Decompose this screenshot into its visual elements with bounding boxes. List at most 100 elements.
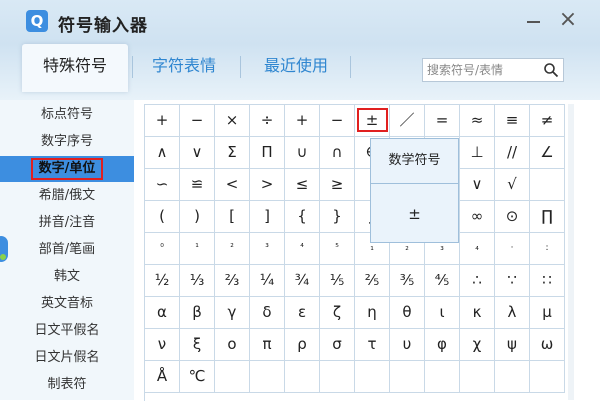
symbol-cell[interactable]: ¼	[250, 265, 285, 297]
symbol-cell[interactable]: ⊙	[495, 201, 530, 233]
symbol-cell[interactable]: ⁵	[320, 233, 355, 265]
symbol-cell[interactable]: μ	[530, 297, 565, 329]
floating-assistant-icon[interactable]	[0, 236, 8, 262]
symbol-cell[interactable]: ∠	[530, 137, 565, 169]
symbol-cell[interactable]: ∨	[460, 169, 495, 201]
symbol-cell[interactable]: υ	[390, 329, 425, 361]
symbol-cell[interactable]: ¾	[285, 265, 320, 297]
symbol-cell[interactable]: δ	[250, 297, 285, 329]
sidebar-item[interactable]: 日文片假名	[0, 345, 134, 371]
symbol-cell[interactable]: [	[215, 201, 250, 233]
symbol-cell[interactable]: ⅓	[180, 265, 215, 297]
symbol-cell[interactable]	[390, 361, 425, 393]
symbol-cell[interactable]: //	[495, 137, 530, 169]
symbol-cell[interactable]: π	[250, 329, 285, 361]
symbol-cell[interactable]	[460, 361, 495, 393]
symbol-cell[interactable]: σ	[320, 329, 355, 361]
symbol-cell[interactable]: ≤	[285, 169, 320, 201]
symbol-cell[interactable]: Σ	[215, 137, 250, 169]
symbol-cell[interactable]: ³	[250, 233, 285, 265]
symbol-cell[interactable]	[250, 361, 285, 393]
symbol-cell[interactable]: ε	[285, 297, 320, 329]
symbol-cell[interactable]: ⁴	[285, 233, 320, 265]
sidebar-item[interactable]: 数字/单位	[0, 156, 134, 182]
minimize-button[interactable]	[524, 12, 544, 32]
symbol-cell[interactable]: ∷	[530, 265, 565, 297]
symbol-cell[interactable]: ÷	[250, 105, 285, 137]
symbol-cell[interactable]: +	[145, 105, 180, 137]
sidebar-item[interactable]: 数字序号	[0, 129, 134, 155]
symbol-cell[interactable]: ζ	[320, 297, 355, 329]
sidebar-item[interactable]: 日文平假名	[0, 318, 134, 344]
symbol-cell[interactable]: ∧	[145, 137, 180, 169]
symbol-cell[interactable]: κ	[460, 297, 495, 329]
symbol-cell[interactable]: χ	[460, 329, 495, 361]
symbol-cell[interactable]: β	[180, 297, 215, 329]
sidebar-item[interactable]: 韩文	[0, 264, 134, 290]
symbol-cell[interactable]: )	[180, 201, 215, 233]
symbol-cell[interactable]: ⅕	[320, 265, 355, 297]
symbol-cell[interactable]: ∩	[320, 137, 355, 169]
symbol-cell[interactable]: ∞	[460, 201, 495, 233]
symbol-cell[interactable]: ξ	[180, 329, 215, 361]
symbol-cell[interactable]: θ	[390, 297, 425, 329]
symbol-cell[interactable]: √	[495, 169, 530, 201]
symbol-cell[interactable]: +	[285, 105, 320, 137]
sidebar-item[interactable]: 制表符	[0, 372, 134, 398]
symbol-cell[interactable]: ∨	[180, 137, 215, 169]
symbol-cell[interactable]: ∽	[145, 169, 180, 201]
scrollbar[interactable]	[568, 104, 574, 400]
symbol-cell[interactable]: Π	[250, 137, 285, 169]
sidebar-item[interactable]: 拼音/注音	[0, 210, 134, 236]
symbol-cell[interactable]: ／	[390, 105, 425, 137]
symbol-cell[interactable]: ℃	[180, 361, 215, 393]
close-button[interactable]: ×	[556, 8, 580, 32]
symbol-cell[interactable]	[320, 361, 355, 393]
symbol-cell[interactable]: ο	[215, 329, 250, 361]
sidebar-item[interactable]: 标点符号	[0, 102, 134, 128]
symbol-cell[interactable]: ·	[495, 233, 530, 265]
symbol-cell[interactable]: −	[320, 105, 355, 137]
symbol-cell[interactable]: ∵	[495, 265, 530, 297]
symbol-cell[interactable]: ∪	[285, 137, 320, 169]
symbol-cell[interactable]: −	[180, 105, 215, 137]
symbol-cell[interactable]: ≡	[495, 105, 530, 137]
search-icon[interactable]	[543, 62, 559, 78]
symbol-cell[interactable]: ⅖	[355, 265, 390, 297]
symbol-cell[interactable]: ±	[355, 105, 390, 137]
symbol-cell[interactable]: τ	[355, 329, 390, 361]
symbol-cell[interactable]: ½	[145, 265, 180, 297]
symbol-cell[interactable]: ⁰	[145, 233, 180, 265]
symbol-cell[interactable]	[425, 361, 460, 393]
symbol-cell[interactable]: ∴	[460, 265, 495, 297]
symbol-cell[interactable]: γ	[215, 297, 250, 329]
symbol-cell[interactable]: ²	[215, 233, 250, 265]
symbol-cell[interactable]: η	[355, 297, 390, 329]
symbol-cell[interactable]: ≌	[180, 169, 215, 201]
symbol-cell[interactable]: φ	[425, 329, 460, 361]
symbol-cell[interactable]: ≈	[460, 105, 495, 137]
symbol-cell[interactable]: ¹	[180, 233, 215, 265]
symbol-cell[interactable]: ]	[250, 201, 285, 233]
tab-emoticons[interactable]: 字符表情	[140, 44, 228, 92]
tab-special-symbols[interactable]: 特殊符号	[22, 44, 128, 92]
sidebar-item[interactable]: 英文音标	[0, 291, 134, 317]
symbol-cell[interactable]	[285, 361, 320, 393]
tab-recent[interactable]: 最近使用	[252, 44, 340, 92]
symbol-cell[interactable]	[495, 361, 530, 393]
symbol-cell[interactable]: ≥	[320, 169, 355, 201]
symbol-cell[interactable]	[530, 361, 565, 393]
symbol-cell[interactable]: ⅗	[390, 265, 425, 297]
symbol-cell[interactable]: ψ	[495, 329, 530, 361]
symbol-cell[interactable]: ν	[145, 329, 180, 361]
symbol-cell[interactable]: ≠	[530, 105, 565, 137]
search-box[interactable]	[422, 58, 564, 82]
symbol-cell[interactable]	[355, 361, 390, 393]
symbol-cell[interactable]: :	[530, 233, 565, 265]
symbol-cell[interactable]: >	[250, 169, 285, 201]
search-input[interactable]	[427, 61, 537, 79]
symbol-cell[interactable]: ι	[425, 297, 460, 329]
symbol-cell[interactable]: ω	[530, 329, 565, 361]
symbol-cell[interactable]: Å	[145, 361, 180, 393]
symbol-cell[interactable]: λ	[495, 297, 530, 329]
